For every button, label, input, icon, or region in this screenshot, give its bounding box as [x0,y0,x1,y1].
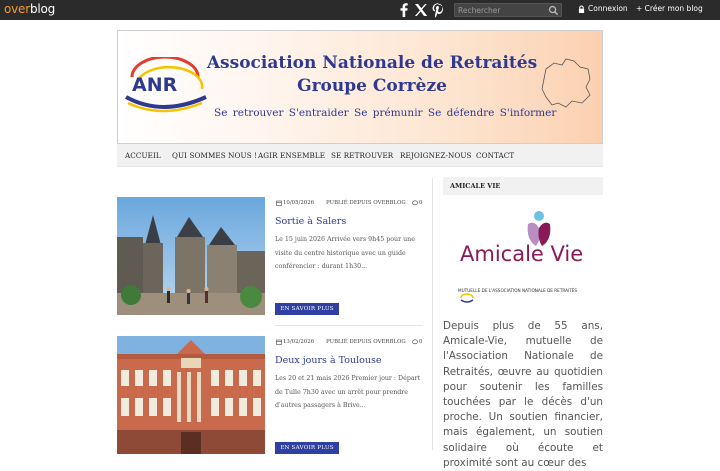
post-date: 13/02/2026 [283,339,315,345]
anr-logo-text: ANR [132,74,178,96]
sidebar-heading-label: AMICALE VIE [450,182,501,190]
nav-item-rejoignez-nous[interactable]: REJOIGNEZ-NOUS [400,151,472,160]
nav-item-contact[interactable]: CONTACT [476,151,514,160]
pinterest-icon[interactable] [430,2,446,18]
search-box[interactable] [454,3,562,17]
x-icon[interactable] [413,2,429,18]
post-thumbnail-toulouse[interactable] [117,336,265,454]
anr-small-logo-icon [460,293,474,303]
nav-item-agir-ensemble[interactable]: AGIR ENSEMBLE [258,151,325,160]
sidebar-divider [432,178,433,450]
banner-title-line1: Association Nationale de Retraités [206,53,538,73]
search-icon[interactable] [548,5,559,16]
create-blog-link[interactable]: + Créer mon blog [636,4,703,13]
header-banner[interactable]: ANR Association Nationale de Retraités G… [117,30,603,144]
lock-icon [578,5,585,13]
post-thumbnail-salers[interactable] [117,197,265,315]
amicale-vie-logo[interactable]: Amicale Vie [460,242,583,266]
nav-item-qui-sommes-nous[interactable]: QUI SOMMES NOUS ! [172,151,257,160]
post-title[interactable]: Deux jours à Toulouse [275,355,381,366]
sidebar-description: Depuis plus de 55 ans, Amicale-Vie, mutu… [443,320,603,469]
read-more-button[interactable]: EN SAVOIR PLUS [275,442,339,454]
logo-blog: blog [29,2,56,16]
nav-item-se-retrouver[interactable]: SE RETROUVER [331,151,393,160]
comment-icon[interactable] [412,200,418,206]
post-excerpt: Les 20 et 21 mais 2026 Premier jour : Dé… [275,375,421,409]
comment-icon[interactable] [412,339,418,345]
read-more-button[interactable]: EN SAVOIR PLUS [275,303,339,315]
correze-map-icon [541,58,591,108]
post-comment-count[interactable]: 0 [419,339,422,345]
amicale-vie-logo-subtitle: MUTUELLE DE L'ASSOCIATION NATIONALE DE R… [458,288,578,293]
banner-tagline: Se retrouver S'entraider Se prémunir Se … [214,107,557,119]
post-comment-count[interactable]: 0 [419,200,422,206]
calendar-icon [276,200,282,206]
facebook-icon[interactable] [396,2,412,18]
banner-title-line2: Groupe Corrèze [297,76,447,96]
post-source: PUBLIÉ DEPUIS OVERBLOG [326,200,406,206]
post-title[interactable]: Sortie à Salers [275,216,346,227]
overblog-logo[interactable]: overblog [4,2,55,16]
calendar-icon [276,339,282,345]
post-separator [275,325,423,326]
overblog-topbar: overblog Connexion + Créer mon blog [0,0,720,20]
anr-logo-icon: ANR [125,57,207,113]
sidebar-heading: AMICALE VIE [443,177,603,195]
nav-item-accueil[interactable]: ACCUEIL [125,151,161,160]
logo-over: over [4,2,30,16]
search-input[interactable] [458,4,546,16]
post-source: PUBLIÉ DEPUIS OVERBLOG [326,339,406,345]
main-nav: ACCUEIL QUI SOMMES NOUS ! AGIR ENSEMBLE … [117,144,603,167]
login-link[interactable]: Connexion [588,4,628,13]
post-excerpt: Le 15 juin 2026 Arrivée vers 9h45 pour u… [275,236,415,270]
post-date: 10/05/2026 [283,200,315,206]
